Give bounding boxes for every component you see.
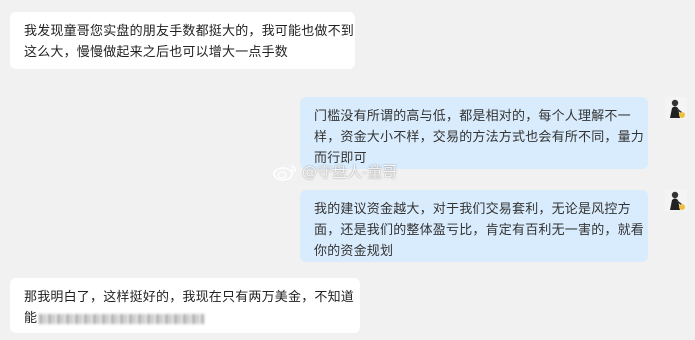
message-bubble-incoming: 那我明白了，这样挺好的，我现在只有两万美金，不知道 能 (10, 278, 360, 333)
watermark-text: @守盘人-童哥 (302, 163, 398, 181)
message-text-line: 样，资金大小不样，交易的方法方式也会有所不同，量力 (314, 130, 645, 145)
avatar[interactable] (665, 97, 687, 119)
avatar[interactable] (665, 189, 687, 211)
person-icon (665, 189, 687, 211)
message-bubble-outgoing: 我的建议资金越大，对于我们交易套利，无论是风控方 面，还是我们的整体盈亏比，肯定… (300, 190, 648, 262)
message-bubble-outgoing: 门槛没有所谓的高与低，都是相对的，每个人理解不一 样，资金大小不样，交易的方法方… (300, 97, 648, 169)
message-text-line: 那我明白了，这样挺好的，我现在只有两万美金，不知道 (24, 290, 355, 305)
message-text-line: 我的建议资金越大，对于我们交易套利，无论是风控方 (314, 202, 631, 217)
message-bubble-incoming: 我发现童哥您实盘的朋友手数都挺大的，我可能也做不到 这么大，慢慢做起来之后也可以… (10, 12, 355, 69)
message-text-line: 你的资金规划 (314, 244, 394, 259)
message-text-line: 面，还是我们的整体盈亏比，肯定有百利无一害的，就看 (314, 223, 645, 238)
message-text-line: 这么大，慢慢做起来之后也可以增大一点手数 (24, 45, 289, 60)
message-text-line-redacted: 能 (24, 308, 346, 329)
message-text-line: 门槛没有所谓的高与低，都是相对的，每个人理解不一 (314, 109, 631, 124)
person-icon (665, 97, 687, 119)
weibo-icon (273, 164, 296, 181)
watermark: @守盘人-童哥 (272, 161, 397, 182)
message-text-fragment: 能 (24, 311, 38, 326)
redacted-text (39, 313, 205, 324)
message-text-line: 我发现童哥您实盘的朋友手数都挺大的，我可能也做不到 (24, 24, 355, 39)
